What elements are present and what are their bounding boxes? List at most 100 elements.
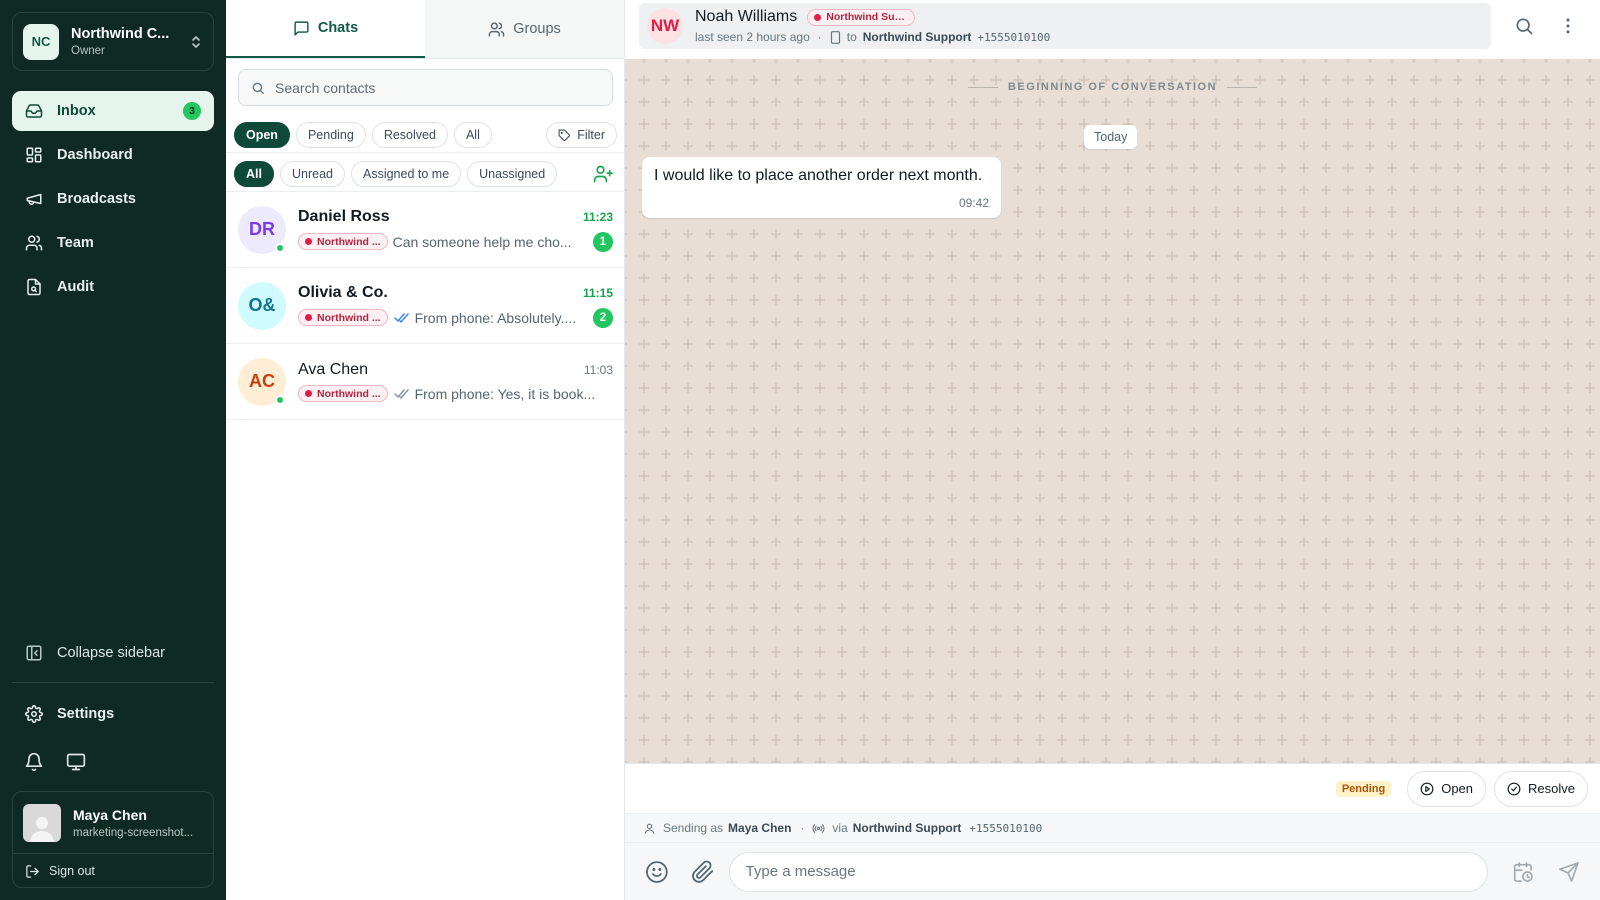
resolve-button[interactable]: Resolve <box>1494 770 1588 807</box>
sidebar-utility-row <box>24 752 86 772</box>
chip-assign-all[interactable]: All <box>234 161 274 187</box>
avatar: AC <box>238 357 286 406</box>
nav-label: Inbox <box>57 103 96 119</box>
bell-icon[interactable] <box>24 752 44 772</box>
avatar-initials: O& <box>248 295 276 315</box>
contact-name: Noah Williams <box>695 8 798 25</box>
tab-groups[interactable]: Groups <box>425 0 624 58</box>
chat-row-footer: Northwind ... From phone: Yes, it is boo… <box>298 385 613 402</box>
user-name: Maya Chen <box>73 806 147 823</box>
search-icon[interactable] <box>1514 16 1534 36</box>
status-badge: Pending <box>1335 780 1392 797</box>
workspace-logo: NC <box>23 23 59 60</box>
user-card: Maya Chen marketing-screenshot... Sign o… <box>12 791 214 888</box>
paperclip-icon[interactable] <box>691 860 715 884</box>
message-preview: From phone: Yes, it is book... <box>414 385 596 402</box>
message-input[interactable] <box>745 863 1472 880</box>
chip-status-resolved[interactable]: Resolved <box>371 122 448 148</box>
nav-label: Audit <box>57 279 95 295</box>
channel-tag-label: Northwind ... <box>317 387 381 400</box>
chip-assign-assigned-to-me[interactable]: Assigned to me <box>350 161 462 187</box>
smartphone-icon <box>830 30 840 44</box>
nav-item-team[interactable]: Team <box>12 223 214 263</box>
monitor-icon[interactable] <box>66 752 86 772</box>
search-icon <box>252 82 264 94</box>
search-input[interactable] <box>275 79 595 96</box>
user-profile[interactable]: Maya Chen marketing-screenshot... <box>13 792 213 854</box>
chat-list-panel: Chats Groups Open Pending Resolved All F… <box>226 0 625 900</box>
chat-row-olivia-co[interactable]: O& Olivia & Co. 11:15 Northwind ... From… <box>226 268 625 344</box>
channel-name: Northwind Support <box>852 821 962 835</box>
tab-chats[interactable]: Chats <box>226 0 425 58</box>
sending-prefix: Sending as <box>663 821 724 835</box>
channel-number: +1555010100 <box>977 30 1051 44</box>
nav-item-broadcasts[interactable]: Broadcasts <box>12 179 214 219</box>
chat-row-daniel-ross[interactable]: DR Daniel Ross 11:23 Northwind ... Can s… <box>226 192 625 268</box>
nav-item-audit[interactable]: Audit <box>12 267 214 307</box>
open-button[interactable]: Open <box>1407 770 1487 807</box>
avatar: O& <box>238 281 286 330</box>
play-circle-icon <box>1420 782 1434 795</box>
message-area: BEGINNING OF CONVERSATION Today I would … <box>625 59 1600 763</box>
send-icon[interactable] <box>1558 861 1580 883</box>
message-input-wrapper <box>728 851 1489 892</box>
channel-tag: Northwind ... <box>298 233 388 250</box>
resolve-label: Resolve <box>1528 781 1575 796</box>
filter-button[interactable]: Filter <box>546 122 617 148</box>
message-square-icon <box>294 20 309 36</box>
message-preview: Can someone help me cho... <box>392 233 572 250</box>
log-out-icon <box>26 864 39 878</box>
chat-row-footer: Northwind ... Can someone help me cho...… <box>298 231 613 252</box>
channel-number: +1555010100 <box>969 821 1043 835</box>
sender-name: Maya Chen <box>728 821 792 835</box>
nav-label: Dashboard <box>57 147 133 163</box>
chip-assign-unread[interactable]: Unread <box>279 161 345 187</box>
conversation-header: NW Noah Williams Northwind Sup... last s… <box>625 0 1600 59</box>
contact-info: Noah Williams Northwind Sup... last seen… <box>695 8 1050 44</box>
tag-icon <box>558 129 571 141</box>
contact-subtitle-row: last seen 2 hours ago · to Northwind Sup… <box>695 30 1050 44</box>
chat-row-ava-chen[interactable]: AC Ava Chen 11:03 Northwind ... From pho… <box>226 344 625 420</box>
message-time: 09:42 <box>958 196 989 210</box>
nav-item-dashboard[interactable]: Dashboard <box>12 135 214 175</box>
sign-out-button[interactable]: Sign out <box>13 854 213 888</box>
collapse-sidebar-button[interactable]: Collapse sidebar <box>12 633 214 673</box>
date-separator: Today <box>1084 125 1138 149</box>
tab-label: Groups <box>513 21 561 37</box>
contact-name: Olivia & Co. <box>298 283 388 301</box>
calendar-clock-icon[interactable] <box>1512 861 1534 883</box>
last-seen-text: last seen 2 hours ago <box>695 30 810 44</box>
incoming-message-bubble[interactable]: I would like to place another order next… <box>642 157 1001 218</box>
contact-header-card[interactable]: NW Noah Williams Northwind Sup... last s… <box>639 3 1491 49</box>
gear-icon <box>25 705 43 723</box>
nav-item-inbox[interactable]: Inbox 3 <box>12 91 214 131</box>
chip-status-pending[interactable]: Pending <box>295 122 366 148</box>
header-actions <box>1514 16 1578 36</box>
channel-dot <box>305 390 312 397</box>
chip-assign-unassigned[interactable]: Unassigned <box>467 161 558 187</box>
workspace-switcher[interactable]: NC Northwind C... Owner <box>12 12 214 71</box>
chevron-up-down-icon <box>192 35 200 48</box>
sidebar: NC Northwind C... Owner Inbox 3 Dashboar… <box>0 0 226 900</box>
workspace-name: Northwind C... <box>71 26 170 42</box>
file-search-icon <box>27 278 41 296</box>
panel-left-icon <box>26 645 42 661</box>
rule-line <box>967 86 998 88</box>
dashboard-icon <box>26 147 42 163</box>
users-icon <box>488 21 505 37</box>
status-filter-chips: Open Pending Resolved All Filter <box>234 121 617 149</box>
chip-status-open[interactable]: Open <box>234 122 290 148</box>
avatar-initials: AC <box>249 371 275 391</box>
nav-item-settings[interactable]: Settings <box>12 694 214 734</box>
online-indicator <box>275 394 285 405</box>
tab-label: Chats <box>317 20 359 36</box>
contact-search <box>238 69 613 106</box>
avatar: NW <box>647 8 683 44</box>
chat-row-header: Daniel Ross 11:23 <box>298 208 613 226</box>
more-vertical-icon[interactable] <box>1558 16 1578 36</box>
beginning-label: BEGINNING OF CONVERSATION <box>1007 81 1218 93</box>
chip-status-all[interactable]: All <box>453 122 492 148</box>
user-plus-icon[interactable] <box>593 164 613 184</box>
double-check-read-icon <box>393 313 409 323</box>
emoji-icon[interactable] <box>645 860 669 884</box>
